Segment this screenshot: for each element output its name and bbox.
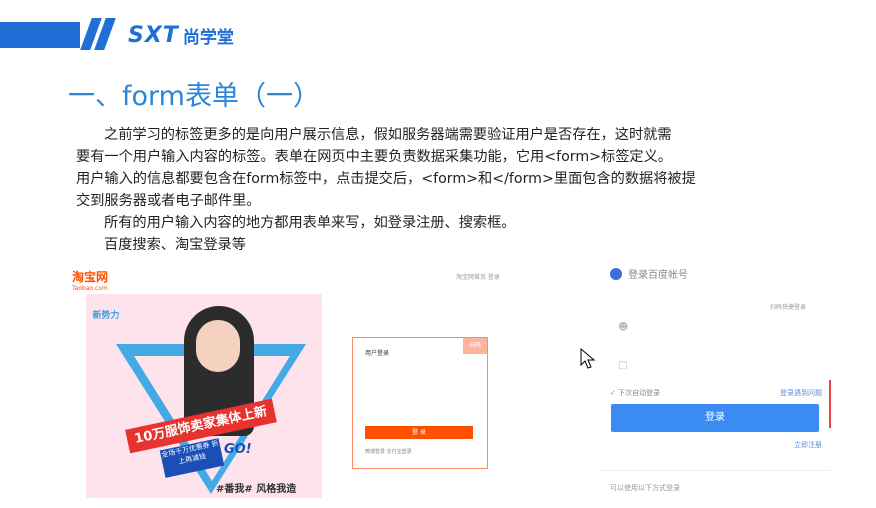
- remember-checkbox[interactable]: ✓ 下次自动登录: [610, 388, 660, 398]
- login-card-title: 用户登录: [365, 350, 390, 357]
- remember-label: 下次自动登录: [618, 389, 661, 397]
- banner-hashtag: #番我# 风格我造: [216, 484, 297, 495]
- taobao-banner: 新势力 10万服饰卖家集体上新 全场千万优惠券 折上再减钱 GO! #番我# 风…: [86, 294, 322, 498]
- body-line: 所有的用户输入内容的地方都用表单来写，如登录注册、搜索框。: [104, 215, 516, 231]
- checkbox-icon: ✓: [610, 389, 619, 397]
- divider: [600, 470, 830, 471]
- baidu-login-header: 登录百度帐号: [610, 266, 688, 281]
- logo-text: 尚学堂: [182, 27, 234, 48]
- banner-go: GO!: [224, 442, 252, 457]
- qr-corner-icon: 扫码: [463, 338, 487, 354]
- taobao-top-links: 淘宝网首页 登录: [456, 274, 500, 281]
- body-line: 百度搜索、淘宝登录等: [104, 237, 246, 253]
- login-card-footer: 微博登录 支付宝登录: [365, 449, 412, 455]
- slide-title: 一、form表单（一）: [68, 81, 320, 112]
- slide-header: SXT 尚学堂: [0, 0, 876, 56]
- body-line: 交到服务器或者电子邮件里。: [76, 193, 261, 209]
- new-arrival-label: 新势力: [92, 311, 120, 321]
- baidu-login-title: 登录百度帐号: [628, 270, 688, 281]
- banner-model-face: [196, 320, 240, 372]
- taobao-logo-text: 淘宝网: [72, 270, 109, 284]
- taobao-login-card: 用户登录 扫码 登 录 微博登录 支付宝登录: [352, 337, 488, 469]
- other-login-label: 可以使用以下方式登录: [610, 484, 680, 492]
- brand-logo: SXT 尚学堂: [128, 20, 234, 50]
- forgot-link[interactable]: 登录遇到问题: [780, 388, 822, 398]
- user-icon: ☻: [618, 322, 629, 333]
- mouse-cursor-icon: [580, 348, 596, 369]
- register-link[interactable]: 立即注册: [794, 440, 822, 450]
- taobao-logo: 淘宝网 Taobao.com: [72, 268, 108, 292]
- header-accent-bar: [0, 22, 80, 48]
- baidu-paw-icon: [610, 267, 622, 280]
- logo-mark: SXT: [128, 22, 179, 48]
- taobao-logo-sub: Taobao.com: [72, 285, 108, 292]
- body-line: 之前学习的标签更多的是向用户展示信息，假如服务器端需要验证用户是否存在，这时就需: [104, 127, 672, 143]
- body-line: 要有一个用户输入内容的标签。表单在网页中主要负责数据采集功能，它用<form>标…: [76, 149, 672, 165]
- baidu-scan-link[interactable]: 扫码快捷登录: [770, 302, 806, 311]
- lock-icon: □: [618, 360, 628, 371]
- red-marker: [829, 380, 831, 428]
- body-line: 用户输入的信息都要包含在form标签中，点击提交后，<form>和</form>…: [76, 171, 696, 187]
- taobao-login-button[interactable]: 登 录: [365, 426, 473, 439]
- baidu-login-button[interactable]: 登录: [611, 404, 819, 432]
